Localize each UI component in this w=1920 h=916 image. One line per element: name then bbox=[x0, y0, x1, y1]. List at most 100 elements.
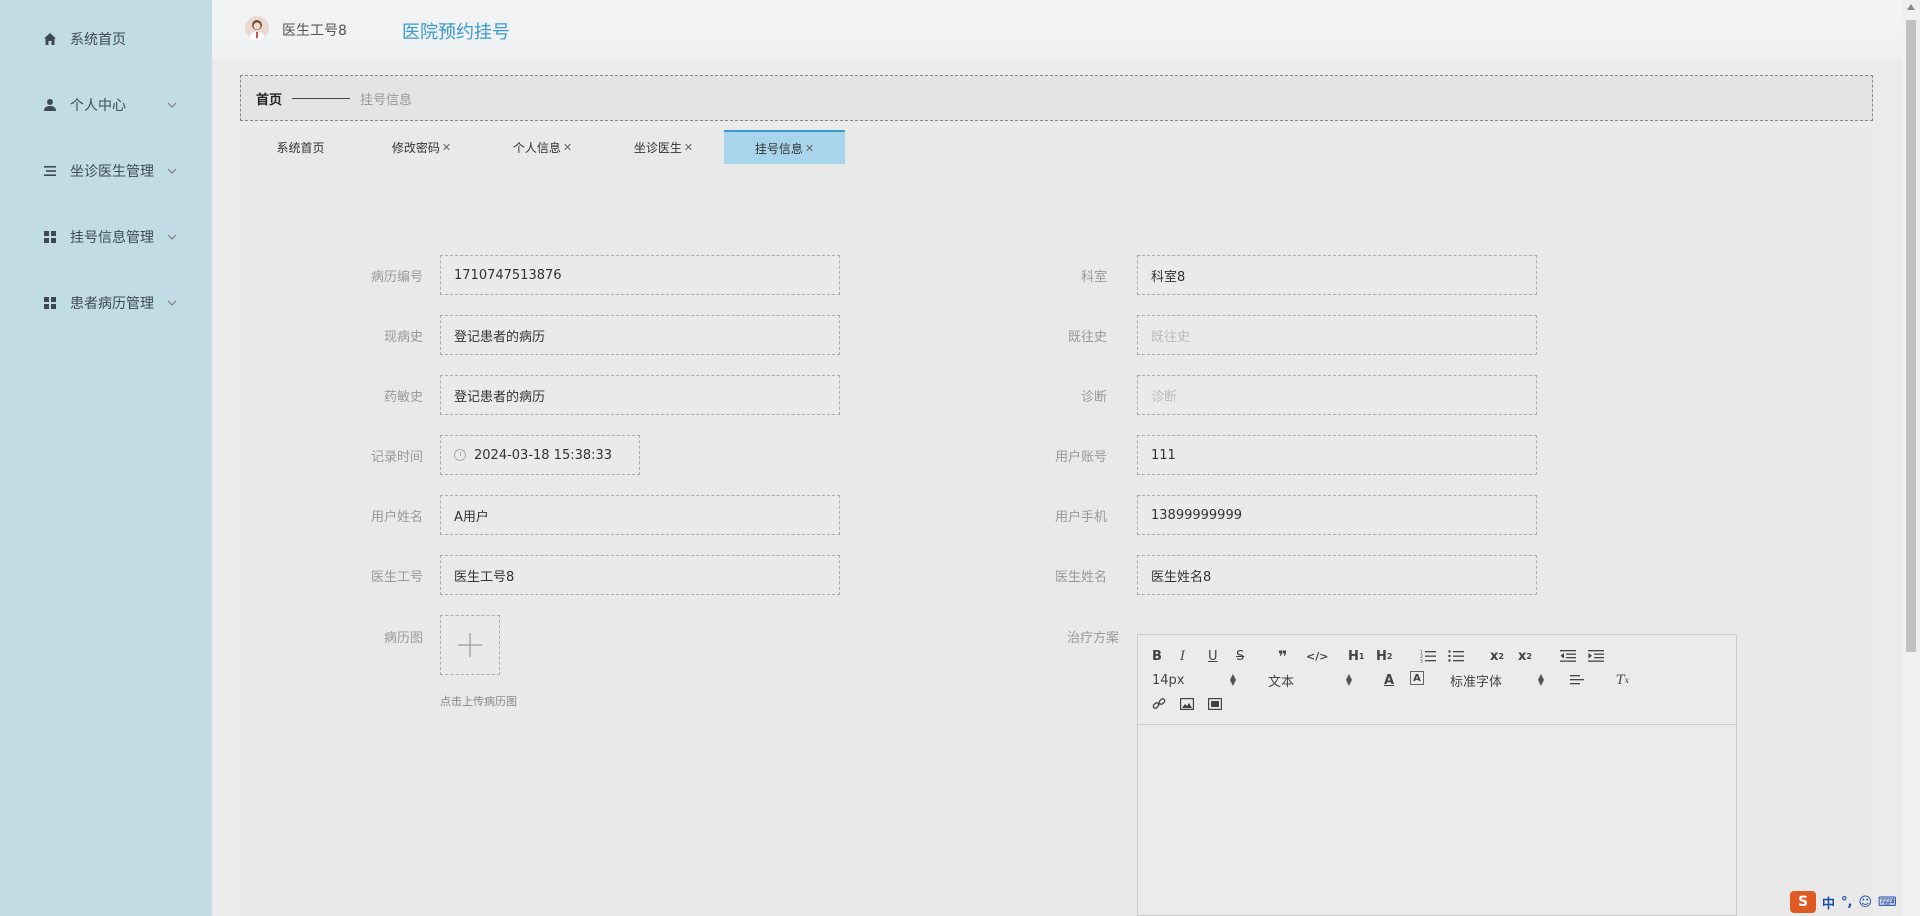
user-phone-field[interactable]: 13899999999 bbox=[1137, 495, 1537, 535]
select-arrows-icon: ▲ ▼ bbox=[1537, 672, 1544, 687]
editor-toolbar: B I U S ❞ </> H1 H2 123 x2 x2 14px ▲ ▼ 文本… bbox=[1138, 635, 1736, 725]
code-icon[interactable]: </> bbox=[1306, 647, 1328, 665]
sidebar-item-label: 坐诊医生管理 bbox=[70, 164, 154, 180]
clear-format-icon[interactable]: Tx bbox=[1616, 671, 1629, 689]
outdent-icon[interactable] bbox=[1560, 647, 1576, 665]
align-icon[interactable] bbox=[1570, 671, 1584, 689]
tab-home[interactable]: 系统首页 bbox=[240, 130, 361, 164]
department-label: 科室 bbox=[1080, 270, 1107, 285]
record-time-value: 2024-03-18 15:38:33 bbox=[474, 447, 613, 463]
chevron-down-icon bbox=[166, 231, 178, 243]
scrollbar-thumb[interactable] bbox=[1906, 20, 1916, 652]
background-color-icon[interactable]: A bbox=[1410, 671, 1424, 685]
strike-icon[interactable]: S bbox=[1236, 647, 1244, 665]
tab-doctor[interactable]: 坐诊医生 ✕ bbox=[603, 130, 724, 164]
diagnosis-label: 诊断 bbox=[1080, 390, 1107, 405]
close-icon[interactable]: ✕ bbox=[442, 141, 451, 154]
doctor-id-field[interactable]: 医生工号8 bbox=[440, 555, 840, 595]
font-size-select[interactable]: 14px ▲ ▼ bbox=[1152, 671, 1236, 689]
past-history-field[interactable]: 既往史 bbox=[1137, 315, 1537, 355]
superscript-icon[interactable]: x2 bbox=[1518, 647, 1532, 665]
font-color-icon[interactable]: A bbox=[1384, 671, 1394, 689]
sidebar-item-medical-record-management[interactable]: 患者病历管理 bbox=[0, 283, 212, 323]
editor-content-area[interactable] bbox=[1138, 725, 1736, 915]
sidebar: 系统首页 个人中心 坐诊医生管理 挂号信息管理 患者病历管理 bbox=[0, 0, 212, 916]
tab-registration-info[interactable]: 挂号信息 ✕ bbox=[724, 130, 845, 164]
sidebar-item-label: 患者病历管理 bbox=[70, 296, 154, 312]
allergy-history-label: 药敏史 bbox=[383, 390, 423, 405]
tab-change-password[interactable]: 修改密码 ✕ bbox=[361, 130, 482, 164]
record-image-label: 病历图 bbox=[383, 631, 423, 646]
ime-toolbar[interactable]: S 中 °, ☺ ⌨ bbox=[1790, 890, 1897, 914]
ime-punct: °, bbox=[1841, 894, 1853, 910]
upload-image-button[interactable] bbox=[440, 615, 500, 675]
bold-icon[interactable]: B bbox=[1152, 647, 1162, 665]
doctor-name-field[interactable]: 医生姓名8 bbox=[1137, 555, 1537, 595]
record-no-field[interactable]: 1710747513876 bbox=[440, 255, 840, 295]
sogou-logo-icon: S bbox=[1790, 891, 1816, 913]
tab-label: 修改密码 bbox=[391, 140, 440, 155]
chevron-down-icon bbox=[166, 297, 178, 309]
video-icon[interactable] bbox=[1208, 695, 1222, 713]
scroll-up-icon[interactable] bbox=[1907, 4, 1915, 10]
list-icon bbox=[42, 163, 58, 179]
user-account-field[interactable]: 111 bbox=[1137, 435, 1537, 475]
doctor-name-label: 医生姓名 bbox=[1054, 570, 1107, 585]
page-scrollbar[interactable] bbox=[1902, 0, 1920, 916]
emoji-icon[interactable]: ☺ bbox=[1858, 895, 1872, 910]
subscript-icon[interactable]: x2 bbox=[1490, 647, 1504, 665]
breadcrumb-current: 挂号信息 bbox=[360, 92, 413, 108]
past-history-label: 既往史 bbox=[1067, 330, 1107, 345]
upload-hint: 点击上传病历图 bbox=[440, 695, 517, 708]
close-icon[interactable]: ✕ bbox=[563, 141, 572, 154]
sidebar-item-registration-management[interactable]: 挂号信息管理 bbox=[0, 217, 212, 257]
close-icon[interactable]: ✕ bbox=[805, 142, 814, 155]
sidebar-item-label: 个人中心 bbox=[70, 98, 126, 114]
ordered-list-icon[interactable]: 123 bbox=[1420, 647, 1436, 665]
user-phone-label: 用户手机 bbox=[1054, 510, 1107, 525]
treatment-plan-label: 治疗方案 bbox=[1066, 631, 1119, 646]
record-time-picker[interactable]: 2024-03-18 15:38:33 bbox=[440, 435, 640, 475]
underline-icon[interactable]: U bbox=[1208, 647, 1218, 665]
heading2-icon[interactable]: H2 bbox=[1376, 647, 1392, 665]
user-name-field[interactable]: A用户 bbox=[440, 495, 840, 535]
present-history-field[interactable]: 登记患者的病历 bbox=[440, 315, 840, 355]
sidebar-item-personal-center[interactable]: 个人中心 bbox=[0, 85, 212, 125]
bullet-list-icon[interactable] bbox=[1448, 647, 1464, 665]
department-field[interactable]: 科室8 bbox=[1137, 255, 1537, 295]
close-icon[interactable]: ✕ bbox=[684, 141, 693, 154]
breadcrumb: 首页 挂号信息 bbox=[240, 75, 1873, 121]
avatar[interactable] bbox=[245, 16, 269, 40]
record-time-label: 记录时间 bbox=[370, 450, 423, 465]
sidebar-item-label: 挂号信息管理 bbox=[70, 230, 154, 246]
treatment-plan-editor: B I U S ❞ </> H1 H2 123 x2 x2 14px ▲ ▼ 文本… bbox=[1137, 634, 1737, 916]
svg-text:3: 3 bbox=[1420, 659, 1423, 664]
tab-personal-info[interactable]: 个人信息 ✕ bbox=[482, 130, 603, 164]
tab-bar: 系统首页 修改密码 ✕ 个人信息 ✕ 坐诊医生 ✕ 挂号信息 ✕ bbox=[240, 130, 845, 164]
sidebar-item-doctor-management[interactable]: 坐诊医生管理 bbox=[0, 151, 212, 191]
user-name-label: 用户姓名 bbox=[370, 510, 423, 525]
allergy-history-field[interactable]: 登记患者的病历 bbox=[440, 375, 840, 415]
tab-label: 挂号信息 bbox=[754, 141, 803, 156]
format-value: 文本 bbox=[1268, 674, 1295, 690]
app-title: 医院预约挂号 bbox=[402, 22, 510, 43]
tab-label: 个人信息 bbox=[512, 140, 561, 155]
breadcrumb-home[interactable]: 首页 bbox=[256, 89, 282, 108]
diagnosis-field[interactable]: 诊断 bbox=[1137, 375, 1537, 415]
font-family-select[interactable]: 标准字体 ▲ ▼ bbox=[1450, 671, 1544, 690]
keyboard-icon[interactable]: ⌨ bbox=[1878, 895, 1897, 910]
italic-icon[interactable]: I bbox=[1180, 647, 1185, 665]
heading1-icon[interactable]: H1 bbox=[1348, 647, 1364, 665]
image-icon[interactable] bbox=[1180, 695, 1194, 713]
blockquote-icon[interactable]: ❞ bbox=[1278, 647, 1287, 666]
breadcrumb-separator bbox=[292, 97, 351, 99]
grid-icon bbox=[42, 229, 58, 245]
link-icon[interactable] bbox=[1152, 695, 1166, 713]
ime-lang: 中 bbox=[1822, 896, 1836, 912]
select-arrows-icon: ▲ ▼ bbox=[1229, 672, 1236, 687]
sidebar-item-home[interactable]: 系统首页 bbox=[0, 19, 212, 59]
record-no-label: 病历编号 bbox=[370, 270, 423, 285]
format-select[interactable]: 文本 ▲ ▼ bbox=[1268, 671, 1352, 690]
grid-icon bbox=[42, 295, 58, 311]
indent-icon[interactable] bbox=[1588, 647, 1604, 665]
